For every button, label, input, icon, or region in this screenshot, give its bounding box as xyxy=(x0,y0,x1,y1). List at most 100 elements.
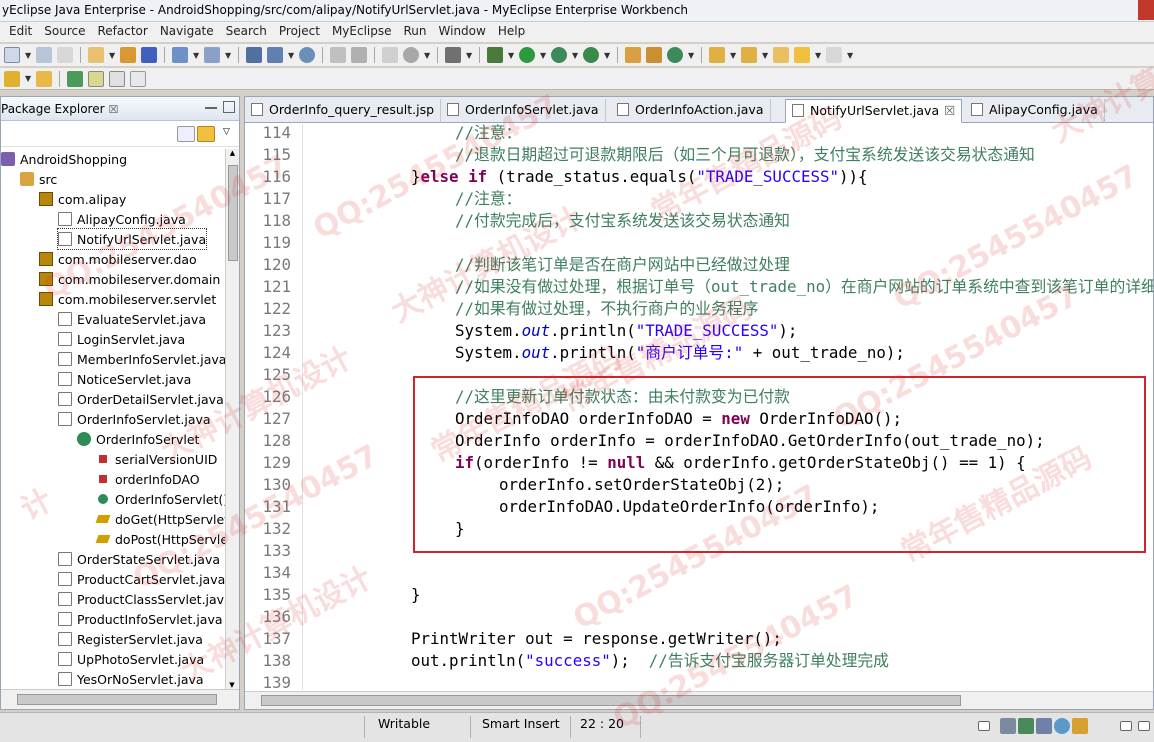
tree-item[interactable]: com.mobileserver.dao xyxy=(39,249,197,269)
scroll-up-icon[interactable]: ▲ xyxy=(226,149,239,157)
code-line[interactable]: 115 //退款日期超过可退款期限后（如三个月可退款），支付宝系统发送该交易状态通… xyxy=(245,144,1153,166)
tree-item[interactable]: OrderInfoServlet() xyxy=(96,489,225,509)
tree-item[interactable]: OrderDetailServlet.java xyxy=(58,389,224,409)
code-line[interactable]: 124 System.out.println("商户订单号:" + out_tra… xyxy=(245,342,1153,364)
globe-icon[interactable] xyxy=(299,47,315,63)
servers-view-icon[interactable] xyxy=(1036,718,1052,734)
server-icon[interactable] xyxy=(246,47,262,63)
code-line[interactable]: 137 PrintWriter out = response.getWriter(… xyxy=(245,628,1153,650)
chevron-down-icon[interactable]: ▼ xyxy=(288,51,294,60)
close-icon[interactable]: ☒ xyxy=(944,103,955,118)
code-line[interactable]: 134 xyxy=(245,562,1153,584)
tree-item[interactable]: LoginServlet.java xyxy=(58,329,185,349)
chevron-down-icon[interactable]: ▼ xyxy=(25,74,31,83)
code-line[interactable]: 121 //如果没有做过处理，根据订单号（out_trade_no）在商户网站的订… xyxy=(245,276,1153,298)
server-deploy-icon[interactable] xyxy=(267,47,283,63)
chevron-down-icon[interactable]: ▼ xyxy=(109,51,115,60)
chevron-down-icon[interactable]: ▼ xyxy=(25,51,31,60)
new-package-icon[interactable] xyxy=(646,47,662,63)
tree-item[interactable]: NotifyUrlServlet.java xyxy=(56,228,208,250)
wizard-icon[interactable] xyxy=(204,47,220,63)
tree-item[interactable]: MemberInfoServlet.java xyxy=(58,349,225,369)
package-icon[interactable] xyxy=(120,47,136,63)
editor-tab[interactable]: AlipayConfig.java xyxy=(965,99,1105,123)
globe-view-icon[interactable] xyxy=(1054,718,1070,734)
wand-icon[interactable] xyxy=(172,47,188,63)
browser-icon[interactable] xyxy=(382,47,398,63)
new-icon[interactable] xyxy=(4,47,20,63)
maximize-icon[interactable] xyxy=(1138,721,1150,731)
code-line[interactable]: 114 //注意： xyxy=(245,124,1153,144)
code-line[interactable]: 135} xyxy=(245,584,1153,606)
chevron-down-icon[interactable]: ▼ xyxy=(466,51,472,60)
back-icon[interactable] xyxy=(794,47,810,63)
tree-horizontal-scrollbar[interactable] xyxy=(1,689,239,709)
menu-window[interactable]: Window xyxy=(434,22,491,42)
view-menu-icon[interactable]: ▽ xyxy=(223,127,230,137)
code-line[interactable]: 118 //付款完成后，支付宝系统发送该交易状态通知 xyxy=(245,210,1153,232)
tree-item[interactable]: doPost(HttpServlet xyxy=(95,529,225,549)
new-interface-icon[interactable] xyxy=(667,47,683,63)
tree-item[interactable]: serialVersionUID xyxy=(96,449,217,469)
menu-run[interactable]: Run xyxy=(399,22,432,42)
tree-item[interactable]: ProductClassServlet.java xyxy=(58,589,225,609)
open-folder-icon[interactable] xyxy=(36,70,52,87)
code-line[interactable]: 123 System.out.println("TRADE_SUCCESS"); xyxy=(245,320,1153,342)
menu-source[interactable]: Source xyxy=(39,22,90,42)
save-icon[interactable] xyxy=(36,47,52,63)
forward-icon[interactable] xyxy=(826,47,842,63)
tree-item[interactable]: RegisterServlet.java xyxy=(58,629,203,649)
code-line[interactable]: 120 //判断该笔订单是否在商户网站中已经做过处理 xyxy=(245,254,1153,276)
chevron-down-icon[interactable]: ▼ xyxy=(815,51,821,60)
print-icon[interactable] xyxy=(57,47,73,63)
tree-item[interactable]: AndroidShopping xyxy=(1,149,127,169)
menu-refactor[interactable]: Refactor xyxy=(92,22,152,42)
tree-item[interactable]: ProductInfoServlet.java xyxy=(58,609,223,629)
menu-edit[interactable]: Edit xyxy=(4,22,37,42)
minimize-icon[interactable] xyxy=(1120,721,1132,731)
code-line[interactable]: 139 xyxy=(245,672,1153,690)
tree-item[interactable]: com.mobileserver.domain xyxy=(39,269,220,289)
editor-tab[interactable]: OrderInfoServlet.java xyxy=(441,99,606,123)
task-icon[interactable] xyxy=(67,70,83,87)
last-edit-icon[interactable] xyxy=(773,47,789,63)
tree-item[interactable]: com.alipay xyxy=(39,189,126,209)
tree-item[interactable]: YesOrNoServlet.java xyxy=(58,669,204,689)
menu-help[interactable]: Help xyxy=(493,22,530,42)
deploy-icon[interactable] xyxy=(141,47,157,63)
chevron-down-icon[interactable]: ▼ xyxy=(762,51,768,60)
prev-annotation-icon[interactable] xyxy=(741,47,757,63)
tree-item[interactable]: doGet(HttpServletR xyxy=(95,509,225,529)
web-browser-icon[interactable] xyxy=(403,47,419,63)
minimize-icon[interactable] xyxy=(205,101,217,109)
debug-icon[interactable] xyxy=(487,47,503,63)
new-class-icon[interactable] xyxy=(625,47,641,63)
chevron-down-icon[interactable]: ▼ xyxy=(225,51,231,60)
coverage-icon[interactable] xyxy=(551,47,567,63)
chevron-down-icon[interactable]: ▼ xyxy=(847,51,853,60)
console-icon[interactable] xyxy=(445,47,461,63)
code-line[interactable]: 116}else if (trade_status.equals("TRADE_… xyxy=(245,166,1153,188)
tree-item[interactable]: NoticeServlet.java xyxy=(58,369,191,389)
tools-view-icon[interactable] xyxy=(1072,718,1088,734)
tree-item[interactable]: AlipayConfig.java xyxy=(58,209,186,229)
editor-tab[interactable]: OrderInfo_query_result.jsp xyxy=(245,99,442,123)
block-selection-icon[interactable] xyxy=(109,70,125,87)
tree-item[interactable]: src xyxy=(20,169,57,189)
tree-vertical-scrollbar[interactable]: ▲ ▼ xyxy=(225,149,239,689)
editor-tab[interactable]: NotifyUrlServlet.java ☒ xyxy=(785,99,963,123)
restore-icon[interactable] xyxy=(978,721,990,731)
open-resource-icon[interactable] xyxy=(351,47,367,63)
chevron-down-icon[interactable]: ▼ xyxy=(572,51,578,60)
link-with-editor-icon[interactable] xyxy=(197,126,215,142)
chevron-down-icon[interactable]: ▼ xyxy=(688,51,694,60)
editor-horizontal-scrollbar[interactable] xyxy=(245,691,1153,709)
pin-icon[interactable] xyxy=(4,70,20,87)
editor-tab[interactable]: OrderInfoAction.java xyxy=(611,99,771,123)
run-icon[interactable] xyxy=(519,47,535,63)
menu-project[interactable]: Project xyxy=(274,22,325,42)
menu-myeclipse[interactable]: MyEclipse xyxy=(327,22,397,42)
scroll-down-icon[interactable]: ▼ xyxy=(226,681,238,689)
chevron-down-icon[interactable]: ▼ xyxy=(193,51,199,60)
chevron-down-icon[interactable]: ▼ xyxy=(508,51,514,60)
